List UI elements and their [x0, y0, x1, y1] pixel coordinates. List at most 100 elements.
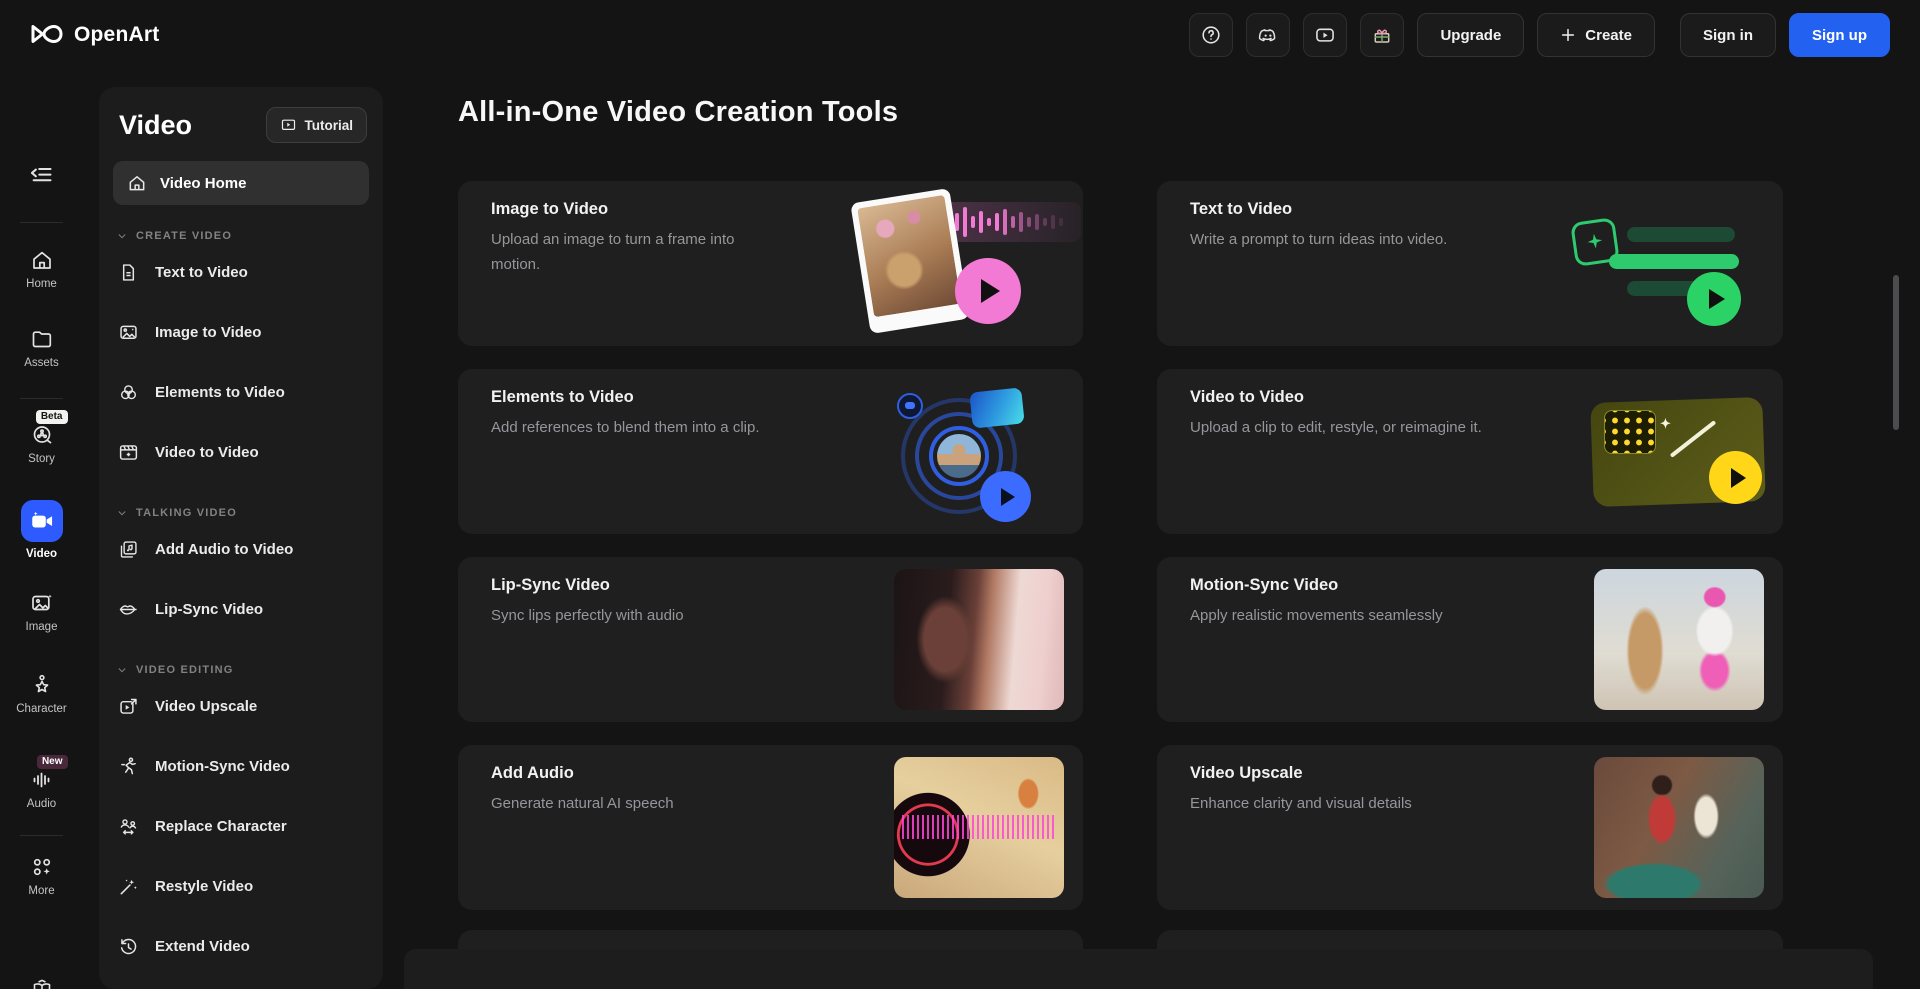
openart-logo[interactable]: OpenArt	[30, 21, 159, 50]
card-description: Upload an image to turn a frame into mot…	[491, 228, 781, 278]
rail-item-assets[interactable]: Assets	[0, 327, 83, 369]
left-rail: Home Assets Beta Story	[0, 70, 83, 989]
rail-item-video[interactable]: Video	[0, 500, 83, 560]
sidebar-item-label: Restyle Video	[155, 878, 253, 895]
sidebar-item-video-to-video[interactable]: Video to Video	[99, 422, 383, 482]
collapse-sidebar-icon	[28, 160, 55, 187]
card-title: Lip-Sync Video	[491, 576, 610, 595]
add-audio-thumbnail	[894, 757, 1064, 898]
play-icon	[1709, 451, 1762, 504]
sidebar-item-image-to-video[interactable]: Image to Video	[99, 302, 383, 362]
help-button[interactable]	[1189, 13, 1233, 57]
beta-badge: Beta	[36, 410, 68, 424]
tool-card-add-audio[interactable]: Add Audio Generate natural AI speech	[458, 745, 1083, 910]
gift-button[interactable]	[1360, 13, 1404, 57]
tool-card-motion-sync-video[interactable]: Motion-Sync Video Apply realistic moveme…	[1157, 557, 1783, 722]
rail-item-tutorial[interactable]: Tutorial	[0, 978, 83, 989]
rail-item-story[interactable]: Beta Story	[0, 423, 83, 465]
section-talking-video[interactable]: TALKING VIDEO	[117, 507, 365, 519]
video-camera-icon	[21, 500, 63, 542]
tool-card-video-to-video[interactable]: Video to Video Upload a clip to edit, re…	[1157, 369, 1783, 534]
grid-sparkle-icon	[30, 855, 54, 879]
tool-card-elements-to-video[interactable]: Elements to Video Add references to blen…	[458, 369, 1083, 534]
tool-card-image-to-video[interactable]: Image to Video Upload an image to turn a…	[458, 181, 1083, 346]
sign-up-button[interactable]: Sign up	[1789, 13, 1890, 57]
rail-divider	[20, 222, 63, 223]
sidebar-item-label: Lip-Sync Video	[155, 601, 263, 618]
sidebar-item-replace-character[interactable]: Replace Character	[99, 796, 383, 856]
emoji-thumbnail	[1604, 410, 1656, 454]
collapse-sidebar-button[interactable]	[0, 160, 83, 187]
home-icon	[30, 248, 54, 272]
rail-item-more[interactable]: More	[0, 855, 83, 897]
rail-item-home[interactable]: Home	[0, 248, 83, 290]
upscale-icon	[118, 696, 139, 717]
sidebar-item-label: Text to Video	[155, 264, 248, 281]
sidebar-item-label: Extend Video	[155, 938, 250, 955]
discord-icon	[1257, 24, 1279, 46]
card-description: Sync lips perfectly with audio	[491, 604, 921, 629]
openart-logo-text: OpenArt	[74, 23, 159, 47]
rail-item-label: Assets	[24, 357, 59, 369]
sidebar-item-restyle-video[interactable]: Restyle Video	[99, 856, 383, 916]
sidebar-tutorial-button[interactable]: Tutorial	[266, 107, 368, 143]
main-scrollbar[interactable]	[1893, 275, 1899, 430]
card-title: Video Upscale	[1190, 764, 1303, 783]
sidebar-item-text-to-video[interactable]: Text to Video	[99, 242, 383, 302]
sidebar-item-motion-sync-video[interactable]: Motion-Sync Video	[99, 736, 383, 796]
sidebar-title: Video	[119, 110, 192, 141]
section-create-video[interactable]: CREATE VIDEO	[117, 230, 365, 242]
sidebar-item-lip-sync-video[interactable]: Lip-Sync Video	[99, 579, 383, 639]
sign-in-button[interactable]: Sign in	[1680, 13, 1776, 57]
sidebar-item-extend-video[interactable]: Extend Video	[99, 916, 383, 976]
star-person-icon	[30, 673, 54, 697]
upgrade-button[interactable]: Upgrade	[1417, 13, 1524, 57]
create-button[interactable]: Create	[1537, 13, 1655, 57]
play-icon	[1687, 272, 1741, 326]
tool-card-text-to-video[interactable]: Text to Video Write a prompt to turn ide…	[1157, 181, 1783, 346]
text-line-graphic	[1627, 227, 1735, 242]
section-label-text: VIDEO EDITING	[136, 664, 234, 676]
sidebar-item-label: Motion-Sync Video	[155, 758, 290, 775]
plus-icon	[1560, 27, 1576, 43]
topbar-actions: Upgrade Create Sign in Sign up	[1189, 13, 1890, 57]
document-icon	[118, 262, 139, 283]
card-title: Elements to Video	[491, 388, 634, 407]
tool-card-video-upscale[interactable]: Video Upscale Enhance clarity and visual…	[1157, 745, 1783, 910]
section-label-text: CREATE VIDEO	[136, 230, 232, 242]
sparkle-icon: ✦	[1660, 416, 1671, 432]
video-upscale-thumbnail	[1594, 757, 1764, 898]
clock-extend-icon	[118, 936, 139, 957]
video-sidebar: Video Tutorial Video Home CREATE VIDEO	[99, 87, 383, 989]
sidebar-item-video-upscale[interactable]: Video Upscale	[99, 676, 383, 736]
runner-icon	[118, 756, 139, 777]
sidebar-item-video-home[interactable]: Video Home	[113, 161, 369, 205]
people-swap-icon	[118, 816, 139, 837]
clapperboard-icon	[118, 442, 139, 463]
chevron-down-icon	[117, 231, 127, 241]
tool-card-lip-sync-video[interactable]: Lip-Sync Video Sync lips perfectly with …	[458, 557, 1083, 722]
play-icon	[955, 258, 1021, 324]
rail-item-image[interactable]: Image	[0, 591, 83, 633]
play-icon	[980, 471, 1031, 522]
rail-item-audio[interactable]: New Audio	[0, 768, 83, 810]
waveform-icon: New	[30, 768, 54, 792]
sidebar-item-label: Image to Video	[155, 324, 261, 341]
folder-icon	[30, 327, 54, 351]
sidebar-item-label: Video to Video	[155, 444, 259, 461]
sidebar-header: Video Tutorial	[99, 87, 383, 149]
rail-item-label: Video	[26, 548, 57, 560]
rail-item-character[interactable]: Character	[0, 673, 83, 715]
youtube-button[interactable]	[1303, 13, 1347, 57]
card-title: Text to Video	[1190, 200, 1292, 219]
sidebar-item-label: Elements to Video	[155, 384, 285, 401]
bottom-panel-edge	[404, 949, 1873, 989]
book-icon	[30, 978, 54, 989]
sidebar-item-add-audio-to-video[interactable]: Add Audio to Video	[99, 519, 383, 579]
section-video-editing[interactable]: VIDEO EDITING	[117, 664, 365, 676]
venn-circles-icon	[118, 382, 139, 403]
sidebar-item-elements-to-video[interactable]: Elements to Video	[99, 362, 383, 422]
page-title: All-in-One Video Creation Tools	[458, 96, 898, 129]
text-line-graphic	[1609, 254, 1739, 269]
discord-button[interactable]	[1246, 13, 1290, 57]
